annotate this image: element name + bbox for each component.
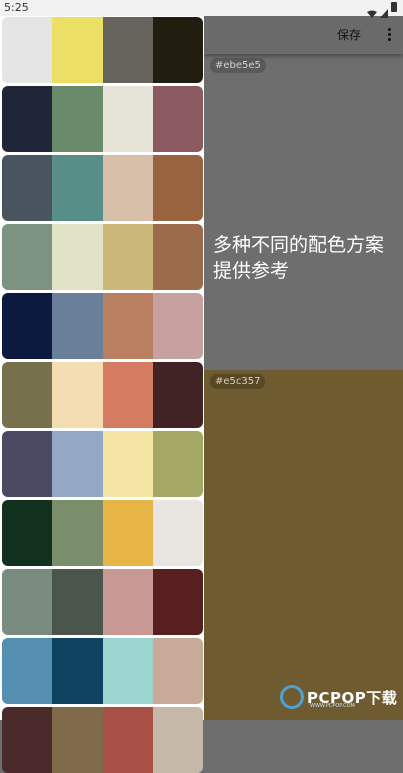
color-swatch[interactable] xyxy=(152,500,203,566)
color-swatch[interactable] xyxy=(102,707,153,773)
color-swatch[interactable] xyxy=(52,17,103,83)
palette-card[interactable] xyxy=(2,638,203,704)
preview-description: 多种不同的配色方案提供参考 xyxy=(213,234,385,282)
preview-area-top: #ebe5e5 多种不同的配色方案提供参考 xyxy=(204,54,403,370)
palette-card[interactable] xyxy=(2,569,203,635)
color-swatch[interactable] xyxy=(52,224,103,290)
status-icons xyxy=(367,2,397,18)
pcpop-logo-icon xyxy=(280,685,304,709)
color-swatch[interactable] xyxy=(102,500,153,566)
signal-icon xyxy=(380,3,388,18)
palette-card[interactable] xyxy=(2,293,203,359)
color-swatch[interactable] xyxy=(2,86,53,152)
color-swatch[interactable] xyxy=(52,362,103,428)
color-swatch[interactable] xyxy=(102,638,153,704)
palette-card[interactable] xyxy=(2,224,203,290)
status-time: 5:25 xyxy=(4,1,29,14)
color-swatch[interactable] xyxy=(152,17,203,83)
color-swatch[interactable] xyxy=(52,431,103,497)
preview-area-bottom: #e5c357 xyxy=(204,370,403,720)
color-swatch[interactable] xyxy=(152,86,203,152)
color-swatch[interactable] xyxy=(102,569,153,635)
color-swatch[interactable] xyxy=(152,638,203,704)
save-button[interactable]: 保存 xyxy=(337,26,361,43)
color-swatch[interactable] xyxy=(2,155,53,221)
palette-list[interactable] xyxy=(0,16,204,773)
color-swatch[interactable] xyxy=(2,17,53,83)
color-swatch[interactable] xyxy=(2,293,53,359)
color-swatch[interactable] xyxy=(52,707,103,773)
more-vert-icon[interactable] xyxy=(388,28,392,42)
hex-chip-bottom: #e5c357 xyxy=(210,374,266,389)
palette-card[interactable] xyxy=(2,155,203,221)
color-swatch[interactable] xyxy=(152,569,203,635)
color-swatch[interactable] xyxy=(52,569,103,635)
palette-card[interactable] xyxy=(2,500,203,566)
color-swatch[interactable] xyxy=(52,500,103,566)
color-swatch[interactable] xyxy=(2,638,53,704)
color-swatch[interactable] xyxy=(102,86,153,152)
watermark-subtext: WWW.PCPOP.COM xyxy=(310,703,355,709)
color-swatch[interactable] xyxy=(2,431,53,497)
color-swatch[interactable] xyxy=(52,155,103,221)
color-swatch[interactable] xyxy=(2,362,53,428)
color-swatch[interactable] xyxy=(152,155,203,221)
color-swatch[interactable] xyxy=(2,224,53,290)
palette-card[interactable] xyxy=(2,362,203,428)
watermark: PCPOP下载 WWW.PCPOP.COM xyxy=(280,685,397,709)
status-bar: 5:25 xyxy=(0,0,403,18)
color-swatch[interactable] xyxy=(102,224,153,290)
hex-chip-top: #ebe5e5 xyxy=(210,58,266,73)
color-swatch[interactable] xyxy=(152,362,203,428)
palette-card[interactable] xyxy=(2,431,203,497)
color-swatch[interactable] xyxy=(152,224,203,290)
color-swatch[interactable] xyxy=(102,293,153,359)
color-swatch[interactable] xyxy=(52,293,103,359)
color-swatch[interactable] xyxy=(152,707,203,773)
color-swatch[interactable] xyxy=(152,293,203,359)
color-swatch[interactable] xyxy=(52,638,103,704)
color-swatch[interactable] xyxy=(102,155,153,221)
color-swatch[interactable] xyxy=(2,500,53,566)
color-swatch[interactable] xyxy=(2,707,53,773)
palette-card[interactable] xyxy=(2,707,203,773)
color-swatch[interactable] xyxy=(102,17,153,83)
color-swatch[interactable] xyxy=(102,431,153,497)
color-swatch[interactable] xyxy=(52,86,103,152)
color-swatch[interactable] xyxy=(152,431,203,497)
wifi-icon xyxy=(367,3,377,18)
battery-icon xyxy=(391,2,397,12)
palette-card[interactable] xyxy=(2,86,203,152)
color-swatch[interactable] xyxy=(102,362,153,428)
palette-card[interactable] xyxy=(2,17,203,83)
color-swatch[interactable] xyxy=(2,569,53,635)
toolbar: 保存 xyxy=(204,16,403,54)
